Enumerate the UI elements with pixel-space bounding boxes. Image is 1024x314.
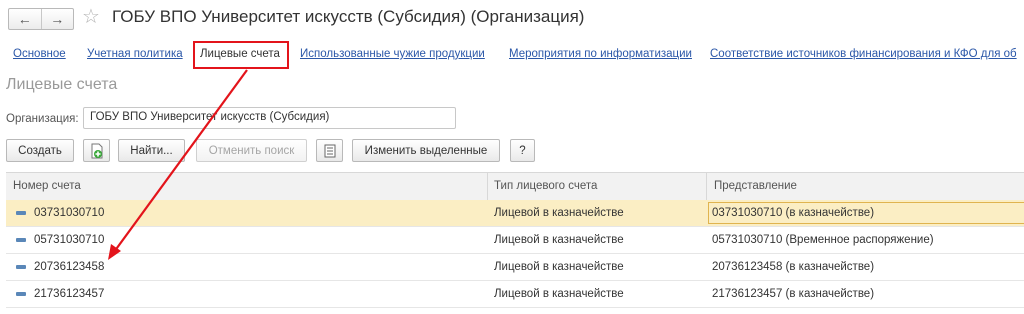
annotation-arrow bbox=[108, 69, 248, 260]
